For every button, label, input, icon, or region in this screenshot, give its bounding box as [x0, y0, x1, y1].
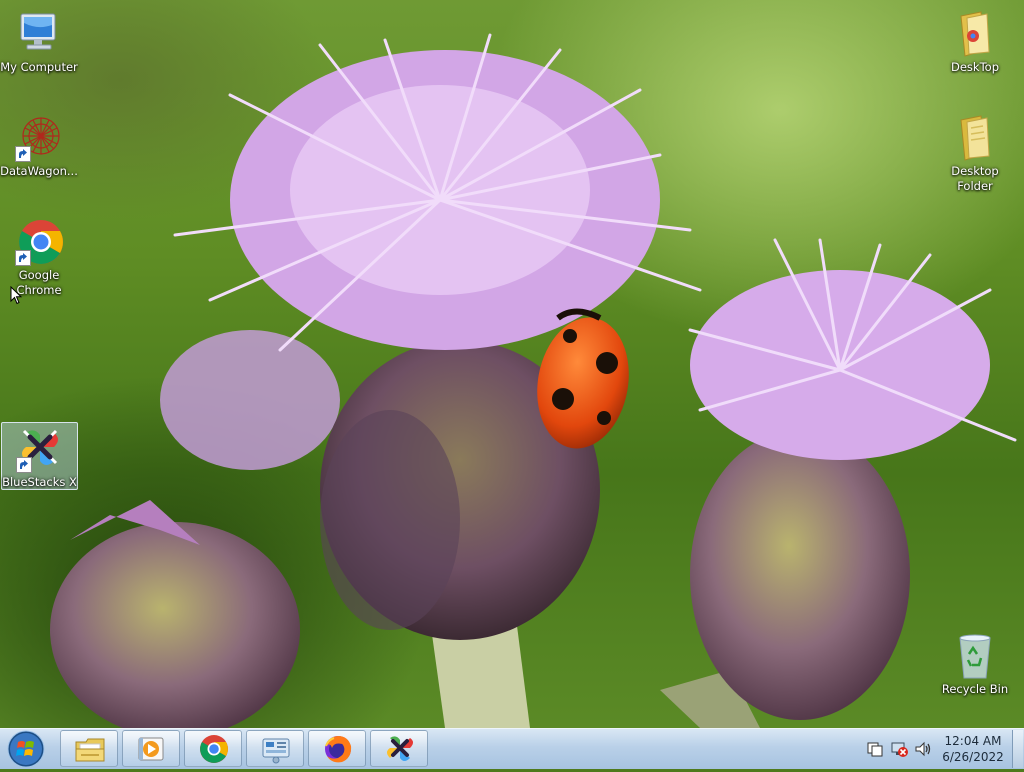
- network-disconnected-icon[interactable]: [890, 740, 908, 758]
- desktop-icon-desktop-shortcut-folder[interactable]: DeskTop: [936, 8, 1014, 75]
- taskbar-media-player[interactable]: [122, 730, 180, 767]
- mouse-cursor-icon: [10, 286, 22, 305]
- shortcut-arrow-icon: [15, 457, 32, 473]
- taskbar-file-explorer[interactable]: [60, 730, 118, 767]
- system-clock[interactable]: 12:04 AM 6/26/2022: [934, 733, 1012, 765]
- start-button[interactable]: [5, 730, 47, 768]
- shortcut-arrow-icon: [15, 146, 31, 162]
- chrome-icon: [200, 735, 228, 763]
- desktop-icon-label: DeskTop: [951, 60, 999, 74]
- firefox-icon: [325, 736, 352, 763]
- computer-icon: [15, 10, 63, 58]
- desktop-icon-label: Desktop Folder: [951, 164, 999, 193]
- bluestacks-icon: [387, 736, 413, 761]
- taskbar-chrome[interactable]: [184, 730, 242, 767]
- desktop-icon-label: Recycle Bin: [941, 682, 1009, 696]
- desktop-icon-label: Google Chrome: [16, 268, 62, 297]
- desktop-wallpaper: [0, 0, 1024, 728]
- recycle-bin-icon: [951, 632, 999, 680]
- desktop-icon-bluestacks-x[interactable]: BlueStacks X: [1, 422, 78, 490]
- volume-icon[interactable]: [914, 740, 932, 758]
- taskbar-bluestacks[interactable]: [370, 730, 428, 767]
- desktop-icon-label: My Computer: [0, 60, 78, 74]
- taskbar-control-panel[interactable]: [246, 730, 304, 767]
- folder-icon: [951, 114, 999, 162]
- clock-date: 6/26/2022: [942, 750, 1004, 764]
- datawagon-icon: [15, 114, 63, 162]
- desktop-icon-recycle-bin[interactable]: Recycle Bin: [936, 630, 1014, 697]
- desktop-icon-label: BlueStacks X: [2, 475, 77, 489]
- show-desktop-button[interactable]: [1012, 730, 1023, 768]
- file-explorer-icon: [75, 738, 105, 762]
- clock-time: 12:04 AM: [944, 734, 1002, 748]
- chrome-icon: [15, 218, 63, 266]
- thistle-ladybug-wallpaper: [50, 33, 1017, 728]
- action-center-icon[interactable]: [866, 740, 884, 758]
- shortcut-arrow-icon: [15, 250, 31, 266]
- bluestacks-icon: [15, 425, 64, 473]
- desktop-icon-label: DataWagon...: [0, 164, 78, 178]
- folder-icon: [951, 10, 999, 58]
- desktop-icon-datawagon[interactable]: DataWagon...: [0, 112, 78, 179]
- media-player-icon: [138, 737, 164, 761]
- desktop-icon-desktop-folder[interactable]: Desktop Folder: [936, 112, 1014, 194]
- taskbar-firefox[interactable]: [308, 730, 366, 767]
- windows-start-icon: [7, 730, 45, 768]
- desktop-icon-my-computer[interactable]: My Computer: [0, 8, 78, 75]
- control-panel-icon: [262, 738, 290, 764]
- taskbar: 12:04 AM 6/26/2022: [0, 728, 1024, 769]
